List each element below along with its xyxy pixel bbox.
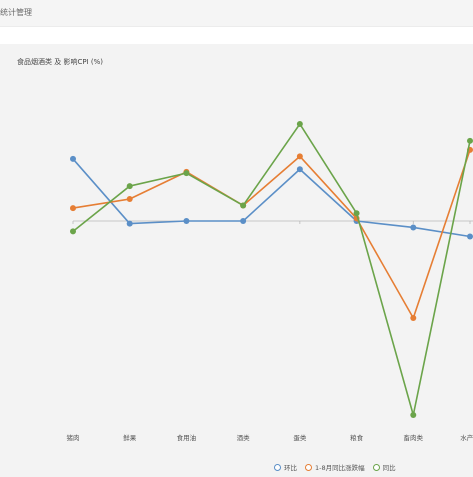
legend-item-1[interactable]: 1-8月同比涨跌幅 <box>305 462 365 472</box>
legend-label: 环比 <box>284 464 297 472</box>
legend-label: 同比 <box>382 464 396 472</box>
series-line-1[interactable] <box>72 149 471 319</box>
series-2-point[interactable] <box>296 121 303 127</box>
x-tick-label: 酒类 <box>237 433 251 442</box>
x-tick-label: 畜肉类 <box>404 433 424 442</box>
legend-label: 1-8月同比涨跌幅 <box>315 464 365 472</box>
series-1-point[interactable] <box>296 153 303 160</box>
series-2-point[interactable] <box>240 202 247 209</box>
legend-item-0[interactable]: 环比 <box>274 462 297 472</box>
x-tick-label: 粮食 <box>350 433 364 442</box>
series-line-2[interactable] <box>72 123 471 416</box>
series-1-point[interactable] <box>70 205 76 212</box>
series-1-point[interactable] <box>126 196 133 203</box>
legend-marker-icon <box>372 463 380 471</box>
x-tick-label: 蛋类 <box>293 433 307 442</box>
x-tick-label: 猪肉 <box>67 433 80 442</box>
legend-item-2[interactable]: 同比 <box>372 462 396 472</box>
x-tick-label: 水产品 <box>460 433 473 442</box>
series-2-point[interactable] <box>410 412 417 418</box>
series-0-point[interactable] <box>240 218 247 224</box>
chart-legend[interactable]: 环比 1-8月同比涨跌幅 同比 <box>274 461 404 473</box>
series-0-point[interactable] <box>296 166 303 173</box>
series-0-point[interactable] <box>70 155 76 162</box>
series-0-point[interactable] <box>183 218 190 224</box>
legend-marker-icon <box>274 463 281 471</box>
series-2-point[interactable] <box>353 210 360 217</box>
series-2-point[interactable] <box>183 170 190 177</box>
series-0-point[interactable] <box>126 220 133 227</box>
line-chart: 猪肉 鲜果 食用油 酒类 蛋类 粮食 畜肉类 水产品 <box>67 121 473 442</box>
series-0-point[interactable] <box>410 224 417 231</box>
series-2-point[interactable] <box>467 137 473 144</box>
x-tick-label: 鲜果 <box>123 433 137 442</box>
series-1-point[interactable] <box>410 315 417 321</box>
legend-marker-icon <box>305 463 312 471</box>
x-tick-label: 食用油 <box>177 433 197 442</box>
series-2-point[interactable] <box>126 183 133 190</box>
series-2-point[interactable] <box>70 228 76 235</box>
series-0-point[interactable] <box>467 233 473 240</box>
